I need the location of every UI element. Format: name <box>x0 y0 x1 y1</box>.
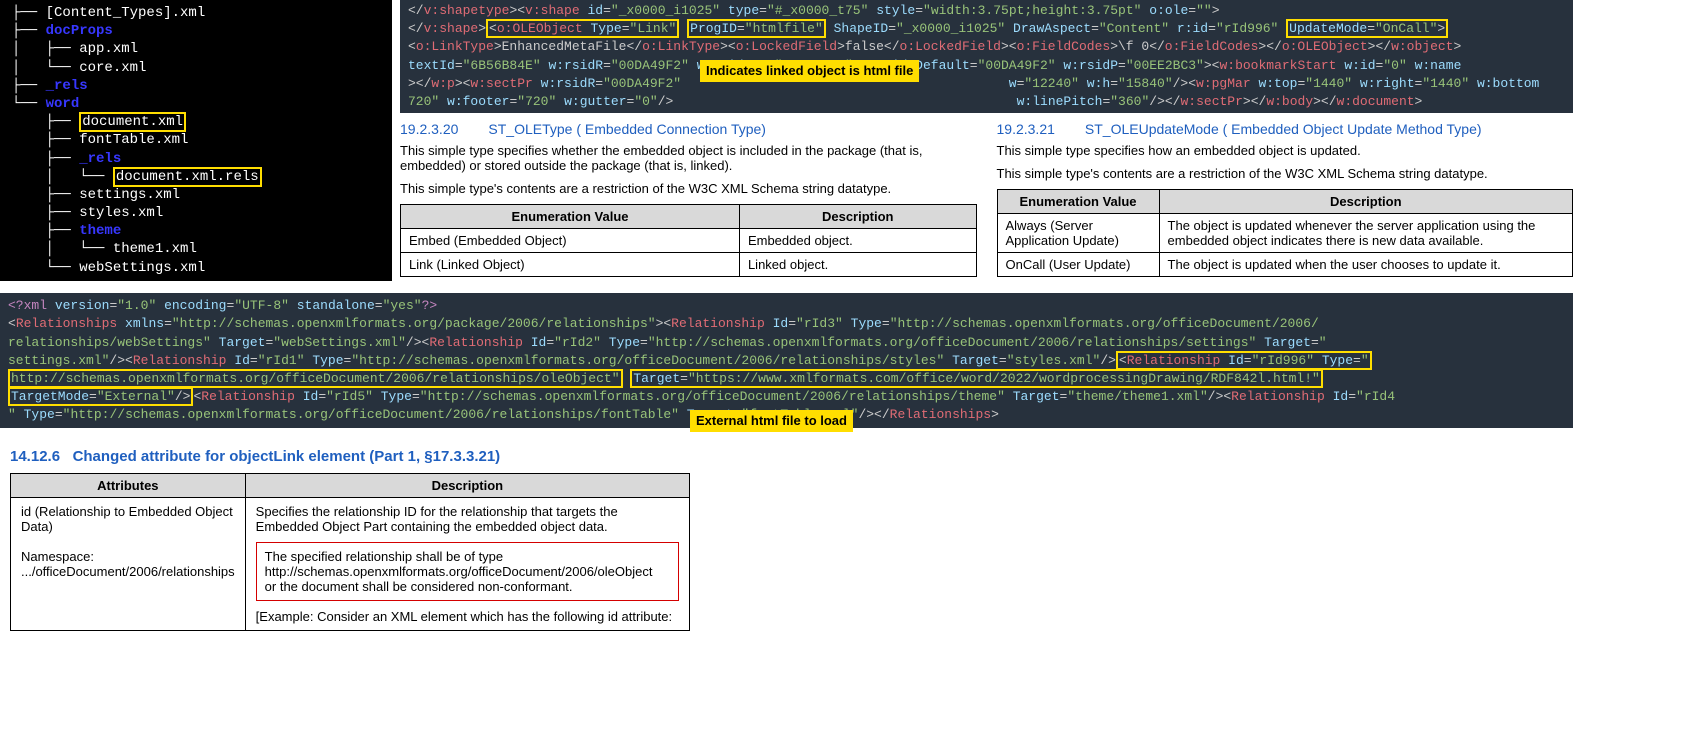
tree-folder: word <box>46 96 80 112</box>
spec-left-title: 19.2.3.20ST_OLEType ( Embedded Connectio… <box>400 121 977 137</box>
tree-file: settings.xml <box>79 187 180 203</box>
table-row: Link (Linked Object)Linked object. <box>401 253 977 277</box>
tree-file: core.xml <box>79 60 146 76</box>
document-xml-rels-snippet: <?xml version="1.0" encoding="UTF-8" sta… <box>0 293 1573 428</box>
tree-file: document.xml <box>79 112 186 132</box>
spec-right-table: Enumeration ValueDescription Always (Ser… <box>997 189 1574 277</box>
attr-desc: Specifies the relationship ID for the re… <box>256 504 618 534</box>
tree-file: webSettings.xml <box>79 260 205 276</box>
attr-ns-label: Namespace: <box>21 549 94 564</box>
table-row: Embed (Embedded Object)Embedded object. <box>401 229 977 253</box>
tree-folder: _rels <box>46 78 88 94</box>
attr-ns: .../officeDocument/2006/relationships <box>21 564 235 579</box>
attr-table: AttributesDescription id (Relationship t… <box>10 473 690 631</box>
file-tree: ├── [Content_Types].xml├── docProps│ ├──… <box>0 0 392 281</box>
tree-folder: _rels <box>79 151 121 167</box>
example-text: [Example: Consider an XML element which … <box>256 609 672 624</box>
table-row: OnCall (User Update)The object is update… <box>997 253 1573 277</box>
spec-left-p2: This simple type's contents are a restri… <box>400 181 977 196</box>
callout-external-html: External html file to load <box>690 410 853 432</box>
tree-file: app.xml <box>79 41 138 57</box>
spec-left-table: Enumeration ValueDescription Embed (Embe… <box>400 204 977 277</box>
bottom-title: 14.12.6 Changed attribute for objectLink… <box>10 448 690 465</box>
spec-right-title: 19.2.3.21ST_OLEUpdateMode ( Embedded Obj… <box>997 121 1574 137</box>
spec-right-p2: This simple type's contents are a restri… <box>997 166 1574 181</box>
conformance-note: The specified relationship shall be of t… <box>256 542 679 601</box>
tree-file: styles.xml <box>79 205 163 221</box>
tree-file: document.xml.rels <box>113 167 262 187</box>
spec-left-p1: This simple type specifies whether the e… <box>400 143 977 173</box>
table-row: id (Relationship to Embedded Object Data… <box>11 498 690 631</box>
spec-right-p1: This simple type specifies how an embedd… <box>997 143 1574 158</box>
callout-linked-object: Indicates linked object is html file <box>700 60 919 82</box>
tree-file: [Content_Types].xml <box>46 5 206 21</box>
attr-id-label: id (Relationship to Embedded Object Data… <box>21 504 233 534</box>
tree-file: fontTable.xml <box>79 132 188 148</box>
tree-folder: docProps <box>46 23 113 39</box>
bottom-spec: 14.12.6 Changed attribute for objectLink… <box>0 428 700 651</box>
tree-file: theme1.xml <box>113 241 197 257</box>
table-row: Always (Server Application Update)The ob… <box>997 214 1573 253</box>
document-xml-snippet: </v:shapetype><v:shape id="_x0000_i1025"… <box>400 0 1573 113</box>
tree-folder: theme <box>79 223 121 239</box>
spec-area: 19.2.3.20ST_OLEType ( Embedded Connectio… <box>400 113 1703 285</box>
